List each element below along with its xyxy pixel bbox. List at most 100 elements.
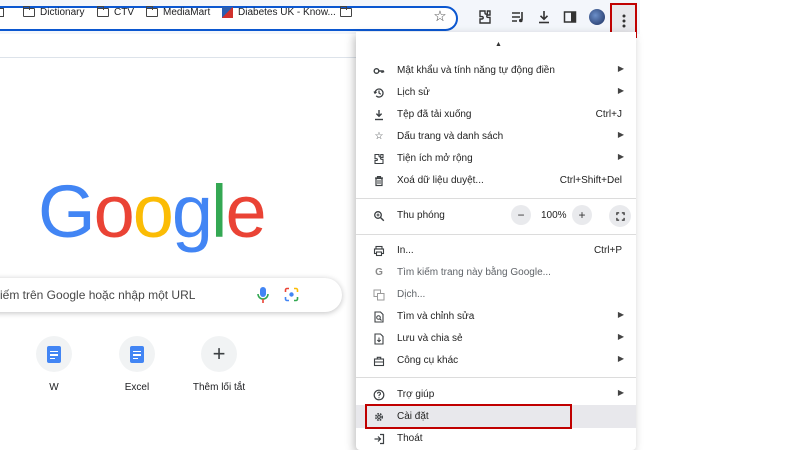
bookmark-clipped[interactable] (0, 5, 4, 19)
fullscreen-icon[interactable] (609, 205, 631, 227)
menu-item-clear-data[interactable]: Xoá dữ liệu duyệt... Ctrl+Shift+Del (356, 170, 636, 192)
docs-icon (47, 345, 61, 363)
menu-item-exit[interactable]: Thoát (356, 428, 636, 450)
translate-icon (373, 289, 385, 301)
media-control-icon[interactable] (509, 8, 527, 26)
submenu-arrow-icon: ▶ (617, 64, 624, 73)
key-icon (373, 65, 385, 77)
shortcut-tile (119, 336, 155, 372)
mic-icon[interactable] (256, 286, 270, 304)
menu-item-label: Thu phóng (397, 210, 445, 221)
extensions-icon (373, 153, 385, 165)
avatar[interactable] (589, 9, 605, 25)
menu-item-print[interactable]: In... Ctrl+P (356, 240, 636, 262)
add-shortcut-button[interactable]: + Thêm lối tắt (174, 336, 264, 393)
menu-item-find-edit[interactable]: Tìm và chỉnh sửa ▶ (356, 306, 636, 328)
menu-item-passwords[interactable]: Mật khẩu và tính năng tự động điền ▶ (356, 60, 636, 82)
docs-icon (130, 345, 144, 363)
print-icon (373, 245, 385, 257)
menu-item-label: Tìm kiếm trang này bằng Google... (397, 267, 551, 278)
extensions-icon[interactable] (476, 8, 494, 26)
menu-item-label: Tìm và chỉnh sửa (397, 311, 475, 322)
menu-item-label: Trợ giúp (397, 389, 435, 400)
menu-item-label: Xoá dữ liệu duyệt... (397, 175, 484, 186)
menu-divider (356, 377, 636, 378)
shortcut-excel[interactable]: Excel (92, 336, 182, 393)
bookmark-mediamart[interactable]: MediaMart (146, 5, 210, 19)
menu-item-label: Thoát (397, 433, 423, 444)
save-icon (373, 333, 385, 345)
menu-item-label: Dấu trang và danh sách (397, 131, 504, 142)
logo-letter: l (211, 170, 228, 253)
search-box[interactable]: iếm trên Google hoặc nhập một URL (0, 278, 342, 312)
shortcut-label: Excel (124, 382, 150, 393)
shortcut-tile (36, 336, 72, 372)
download-icon (373, 109, 385, 121)
submenu-arrow-icon: ▶ (617, 354, 624, 363)
side-panel-icon[interactable] (561, 8, 579, 26)
google-lens-icon[interactable] (284, 287, 299, 302)
zoom-out-button[interactable]: − (511, 205, 531, 225)
shortcut-w[interactable]: W (9, 336, 99, 393)
menu-item-shortcut: Ctrl+P (593, 245, 622, 256)
star-icon: ☆ (374, 131, 384, 142)
shortcut-tile: + (201, 336, 237, 372)
help-icon (373, 389, 385, 401)
menu-item-bookmarks[interactable]: ☆ Dấu trang và danh sách ▶ (356, 126, 636, 148)
logo-letter: o (132, 170, 174, 253)
menu-item-save-share[interactable]: Lưu và chia sẻ ▶ (356, 328, 636, 350)
submenu-arrow-icon: ▶ (617, 310, 624, 319)
bookmark-ctv[interactable]: CTV (97, 5, 134, 19)
logo-letter: o (93, 170, 135, 253)
google-g-icon: G (375, 267, 383, 278)
find-icon (373, 311, 385, 323)
bookmark-label: CTV (114, 6, 134, 18)
plus-icon: + (212, 341, 226, 366)
submenu-arrow-icon: ▶ (617, 130, 624, 139)
menu-item-search-page[interactable]: G Tìm kiếm trang này bằng Google... (356, 262, 636, 284)
menu-item-label: In... (397, 245, 414, 256)
menu-divider (356, 234, 636, 235)
menu-item-label: Lưu và chia sẻ (397, 333, 463, 344)
submenu-arrow-icon: ▶ (617, 152, 624, 161)
history-icon (373, 87, 385, 99)
menu-item-shortcut: Ctrl+Shift+Del (559, 175, 622, 186)
menu-item-translate[interactable]: Dịch... (356, 284, 636, 306)
folder-icon (23, 5, 35, 17)
zoom-in-button[interactable]: + (572, 205, 592, 225)
diabetes-uk-favicon (222, 6, 233, 18)
menu-item-label: Dịch... (397, 289, 426, 300)
google-logo: Google (38, 170, 267, 253)
star-icon[interactable]: ☆ (432, 9, 448, 25)
menu-item-help[interactable]: Trợ giúp ▶ (356, 384, 636, 406)
logo-letter: g (171, 170, 213, 253)
folder-icon (97, 5, 109, 17)
folder-icon (146, 5, 158, 17)
shortcut-label: Thêm lối tắt (192, 382, 246, 393)
menu-item-shortcut: Ctrl+J (595, 109, 622, 120)
shortcut-label: W (49, 382, 59, 393)
submenu-arrow-icon: ▶ (617, 332, 624, 341)
bookmark-dictionary[interactable]: Dictionary (23, 5, 84, 19)
menu-item-history[interactable]: Lịch sử ▶ (356, 82, 636, 104)
menu-item-zoom: Thu phóng (356, 205, 636, 227)
menu-item-downloads[interactable]: Tệp đã tải xuống Ctrl+J (356, 104, 636, 126)
bookmark-overflow[interactable] (340, 5, 357, 19)
settings-highlight-box (365, 404, 572, 429)
zoom-level: 100% (541, 210, 567, 221)
menu-item-label: Tệp đã tải xuống (397, 109, 472, 120)
menu-scroll-up-icon[interactable]: ▲ (495, 41, 502, 48)
bookmark-label: MediaMart (163, 6, 211, 18)
menu-item-label: Lịch sử (397, 87, 430, 98)
download-icon[interactable] (535, 8, 553, 26)
bookmark-diabetes-uk[interactable]: Diabetes UK - Know... (222, 5, 336, 19)
submenu-arrow-icon: ▶ (617, 86, 624, 95)
bookmark-label: Dictionary (40, 6, 85, 18)
menu-item-extensions[interactable]: Tiện ích mở rộng ▶ (356, 148, 636, 170)
zoom-icon (373, 210, 385, 222)
menu-item-more-tools[interactable]: Công cụ khác ▶ (356, 350, 636, 372)
bookmarks-bar (0, 34, 360, 58)
bookmark-label: Diabetes UK - Know... (238, 6, 336, 18)
folder-icon (340, 5, 352, 17)
menu-item-label: Mật khẩu và tính năng tự động điền (397, 65, 555, 76)
